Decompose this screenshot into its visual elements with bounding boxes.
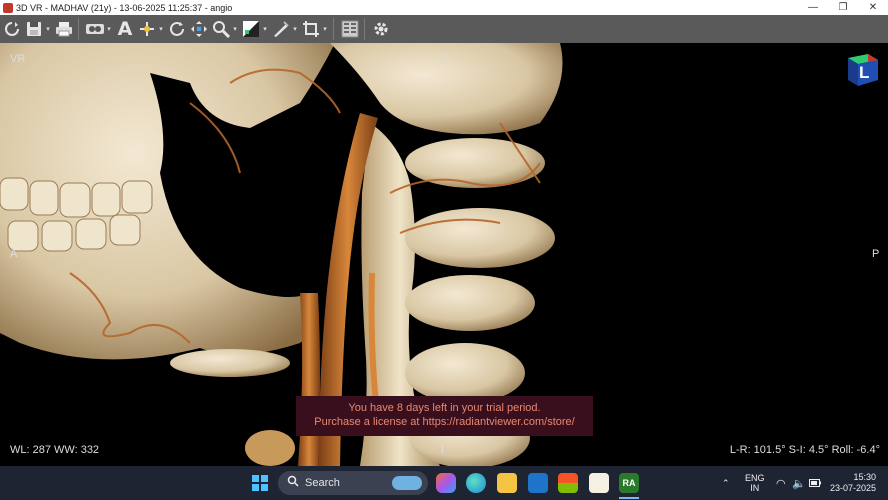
zoom-button[interactable]: ▾ [211,18,239,40]
wifi-icon[interactable]: ◠ [776,466,786,500]
crop-dropdown-icon[interactable]: ▾ [321,25,329,33]
cinema-button[interactable]: ▾ [85,18,113,40]
region-code: IN [750,483,760,493]
zoom-dropdown-icon[interactable]: ▾ [231,25,239,33]
cinema-icon [85,19,105,39]
toolbar: ▾ ▾ A ▾ ▾ ▾ ▾ ▾ [0,15,888,44]
pan-dropdown-icon[interactable]: ▾ [157,25,165,33]
window-level-button[interactable]: ▾ [241,18,269,40]
print-button[interactable] [54,18,74,40]
trial-notice[interactable]: You have 8 days left in your trial perio… [296,396,593,436]
close-icon: ✕ [868,2,878,13]
window-level-readout: WL: 287 WW: 332 [10,444,100,456]
minimize-icon: — [808,2,818,13]
save-icon [24,19,44,39]
title-bar: 3D VR - MADHAV (21y) - 13-06-2025 11:25:… [0,0,888,15]
move-icon [189,19,209,39]
crop-button[interactable]: ▾ [301,18,329,40]
language-indicator[interactable]: ENG IN [745,466,765,500]
windows-start-icon[interactable] [250,473,270,493]
clock[interactable]: 15:30 23-07-2025 [830,466,876,500]
view-label: VR [10,53,26,65]
copilot-icon[interactable] [436,473,456,493]
save-button[interactable]: ▾ [24,18,52,40]
clock-time: 15:30 [853,472,877,482]
notepad-icon[interactable] [589,473,609,493]
annotation-text-icon: A [117,18,133,40]
volume-icon[interactable]: 🔈 [792,466,806,500]
scalpel-button[interactable]: ▾ [271,18,299,40]
refresh-button[interactable] [2,18,22,40]
edge-icon[interactable] [466,473,486,493]
tray-chevron-icon[interactable]: ⌃ [722,466,730,500]
battery-icon[interactable] [809,466,821,500]
pan-button[interactable]: ▾ [137,18,165,40]
layout-icon [340,19,360,39]
orientation-anterior: A [10,248,18,260]
cinema-dropdown-icon[interactable]: ▾ [105,25,113,33]
maximize-button[interactable]: ❐ [828,0,858,15]
orientation-cube[interactable]: L [842,52,880,88]
outlook-icon[interactable] [528,473,548,493]
vr-viewport[interactable]: VR S A P I L You have 8 days left in you… [0,43,888,466]
crop-icon [301,19,321,39]
search-highlight-icon [392,476,422,490]
print-icon [54,19,74,39]
move-button[interactable] [189,18,209,40]
toolbar-separator [364,18,365,40]
taskbar-search[interactable]: Search [278,471,428,495]
taskbar: Search RA ⌃ ENG IN ◠ 🔈 15:30 23-07-2025 [0,466,888,500]
active-app-indicator [619,497,639,499]
scalpel-icon [271,19,291,39]
search-icon [287,474,299,492]
window-level-icon [241,19,261,39]
trial-line-1: You have 8 days left in your trial perio… [348,402,541,414]
file-explorer-icon[interactable] [497,473,517,493]
trial-line-2: Purchase a license at https://radiantvie… [314,416,575,428]
save-dropdown-icon[interactable]: ▾ [44,25,52,33]
window-level-dropdown-icon[interactable]: ▾ [261,25,269,33]
app-icon [3,2,13,13]
annotation-text-button[interactable]: A [115,18,135,40]
close-button[interactable]: ✕ [858,0,888,15]
layout-button[interactable] [340,18,360,40]
orientation-posterior: P [872,248,880,260]
refresh-icon [2,19,22,39]
store-icon[interactable] [558,473,578,493]
rotate-button[interactable] [167,18,187,40]
window-title: 3D VR - MADHAV (21y) - 13-06-2025 11:25:… [16,2,233,13]
minimize-button[interactable]: — [798,0,828,15]
scalpel-dropdown-icon[interactable]: ▾ [291,25,299,33]
zoom-icon [211,19,231,39]
settings-icon [371,19,391,39]
orientation-inferior: I [441,444,445,456]
search-label: Search [305,477,340,489]
clock-date: 23-07-2025 [830,483,877,493]
orientation-superior: S [441,53,449,65]
rotation-readout: L-R: 101.5° S-I: 4.5° Roll: -6.4° [729,444,880,456]
toolbar-separator [78,18,79,40]
restore-icon: ❐ [838,2,848,13]
pan-icon [137,19,157,39]
rotate-icon [167,19,187,39]
language-code: ENG [745,473,765,483]
cube-label: L [859,63,870,82]
toolbar-separator [333,18,334,40]
radiant-app-icon[interactable]: RA [619,473,639,493]
settings-button[interactable] [371,18,391,40]
